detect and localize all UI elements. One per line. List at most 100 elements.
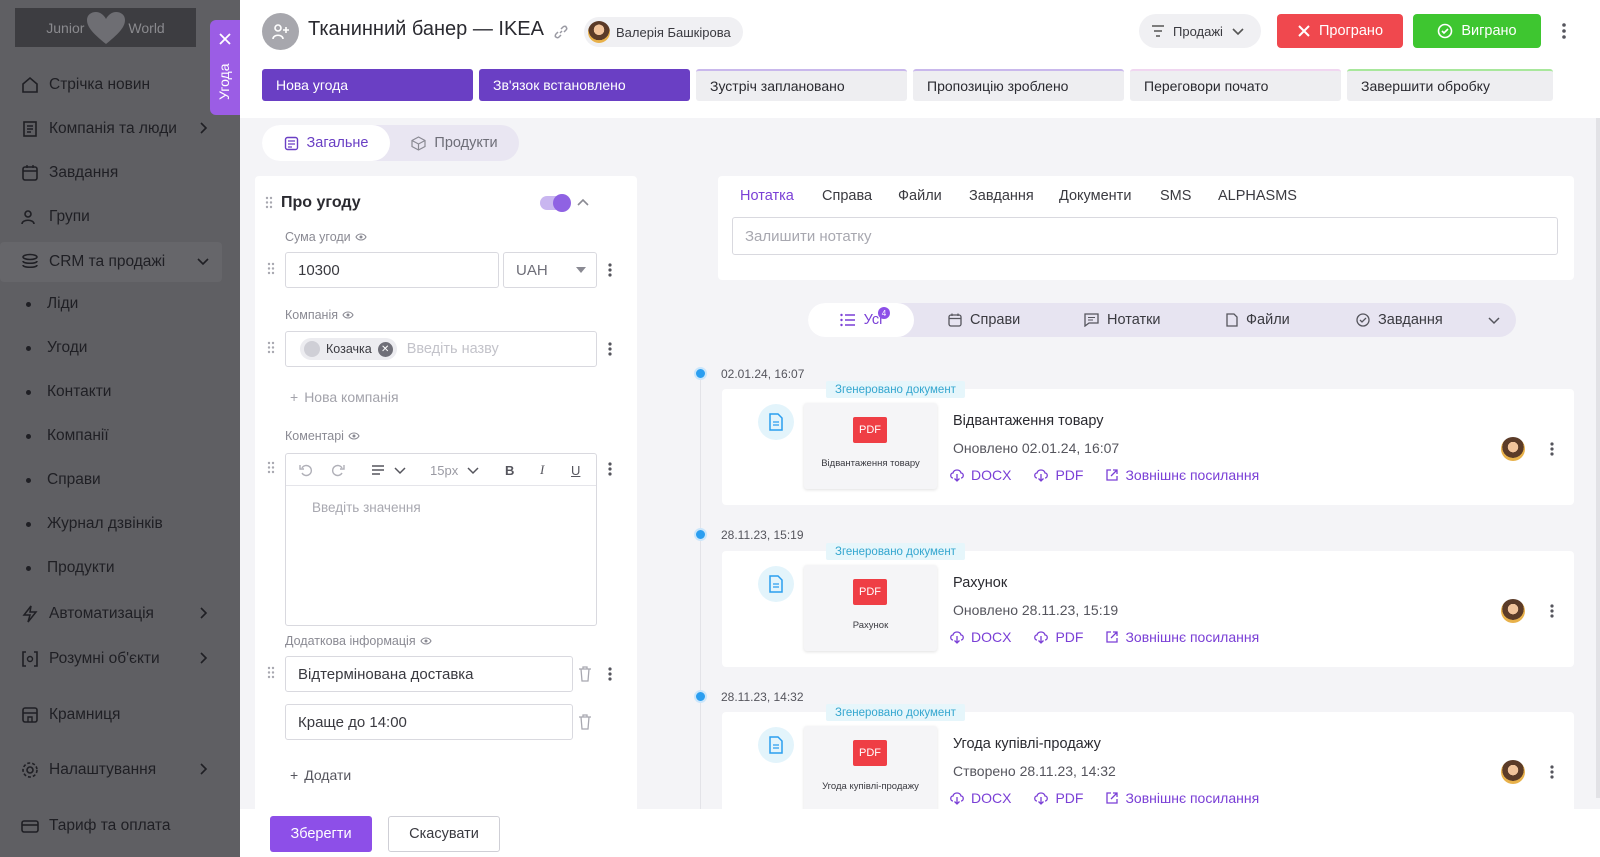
more-icon[interactable] [607,461,613,477]
note-tab-sms[interactable]: SMS [1160,188,1191,204]
trash-icon[interactable] [578,666,592,682]
add-company-link[interactable]: + Нова компанія [290,389,399,405]
sidebar-sub-call-log[interactable]: Журнал дзвінків [0,506,163,542]
filter-tasks[interactable]: Завдання [1356,303,1443,337]
save-button[interactable]: Зберегти [270,816,372,852]
remove-chip-icon[interactable]: ✕ [377,341,393,357]
filter-files[interactable]: Файли [1226,303,1290,337]
note-tab-alphasms[interactable]: ALPHASMS [1218,188,1297,204]
chevron-down-icon[interactable] [467,462,479,478]
tab-products[interactable]: Продукти [392,125,517,161]
link-icon[interactable] [553,24,569,40]
sidebar-item-tasks[interactable]: Завдання [0,153,222,193]
sidebar-item-smart-objects[interactable]: Розумні об'єкти [0,639,222,679]
more-icon[interactable] [1561,22,1567,40]
download-docx-link[interactable]: DOCX [949,629,1011,645]
company-input[interactable]: Козачка ✕ Введіть назву [285,331,597,367]
cancel-button[interactable]: Скасувати [388,816,500,852]
drawer-close-tab[interactable]: Угода [210,20,240,115]
note-tab-files[interactable]: Файли [898,188,942,204]
timeline-event[interactable]: Згенеровано документ PDF Відвантаження т… [722,381,1574,505]
download-pdf-link[interactable]: PDF [1033,790,1083,806]
owner-chip[interactable]: Валерія Башкірова [584,17,743,47]
sidebar-item-automation[interactable]: Автоматизація [0,594,222,634]
chevron-down-icon[interactable] [1488,314,1500,326]
sidebar-item-billing[interactable]: Тариф та оплата [0,806,222,846]
external-link[interactable]: Зовнішнє посилання [1105,629,1259,645]
logo[interactable]: Junior World [15,8,196,47]
sidebar-sub-contacts[interactable]: Контакти [0,374,111,410]
stage-finish[interactable]: Завершити обробку [1347,69,1553,101]
align-icon[interactable] [370,462,386,478]
chevron-down-icon[interactable] [394,462,406,478]
timeline-event[interactable]: Згенеровано документ PDF Рахунок Рахунок… [722,543,1574,667]
sidebar-sub-products[interactable]: Продукти [0,550,115,586]
filter-notes[interactable]: Нотатки [1084,303,1161,337]
document-thumbnail[interactable]: PDF Рахунок [804,565,937,651]
note-tab-documents[interactable]: Документи [1059,188,1131,204]
close-icon[interactable] [218,32,232,46]
note-tab-note[interactable]: Нотатка [740,188,794,204]
sidebar-sub-cases[interactable]: Справи [0,462,101,498]
funnel-select[interactable]: Продажі [1139,14,1261,48]
bold-icon[interactable]: B [505,462,514,478]
tab-general[interactable]: Загальне [262,125,390,161]
amount-input[interactable]: 10300 [285,252,499,288]
more-icon[interactable] [1549,603,1555,619]
download-docx-link[interactable]: DOCX [949,790,1011,806]
download-docx-link[interactable]: DOCX [949,467,1011,483]
external-link[interactable]: Зовнішнє посилання [1105,467,1259,483]
more-icon[interactable] [607,341,613,357]
sidebar-item-crm[interactable]: CRM та продажі [0,242,222,282]
stage-meeting[interactable]: Зустріч заплановано [696,69,907,101]
chevron-up-icon[interactable] [576,196,590,210]
extra-info-input-2[interactable]: Краще до 14:00 [285,704,573,740]
drag-handle-icon[interactable] [267,461,275,474]
sidebar-sub-companies[interactable]: Компанії [0,418,109,454]
undo-icon[interactable] [298,462,314,478]
drag-handle-icon[interactable] [267,666,275,679]
scrollbar[interactable] [1596,118,1600,798]
stage-negotiation[interactable]: Переговори почато [1130,69,1341,101]
lost-button[interactable]: Програно [1277,14,1403,48]
currency-select[interactable]: UAH [503,252,597,288]
section-toggle[interactable] [540,194,571,212]
note-tab-case[interactable]: Справа [822,188,872,204]
stage-contacted[interactable]: Зв'язок встановлено [479,69,690,101]
note-input[interactable]: Залишити нотатку [732,217,1558,255]
sidebar-item-groups[interactable]: Групи [0,197,222,237]
extra-info-input-1[interactable]: Відтермінована доставка [285,656,573,692]
more-icon[interactable] [607,262,613,278]
add-extra-link[interactable]: + Додати [290,767,351,783]
sidebar-item-settings[interactable]: Налаштування [0,750,222,790]
company-chip[interactable]: Козачка ✕ [300,338,397,360]
comments-editor[interactable]: 15px B I U Введіть значення [285,453,597,626]
filter-cases[interactable]: Справи [948,303,1020,337]
filter-all[interactable]: Усі 4 [808,303,914,337]
external-link[interactable]: Зовнішнє посилання [1105,790,1259,806]
sidebar-sub-deals[interactable]: Угоди [0,330,87,366]
sidebar-item-store[interactable]: Крамниця [0,695,222,735]
font-size-value[interactable]: 15px [430,462,458,478]
stage-new[interactable]: Нова угода [262,69,473,101]
drag-handle-icon[interactable] [267,262,275,275]
more-icon[interactable] [1549,441,1555,457]
sidebar-sub-leads[interactable]: Ліди [0,286,78,322]
document-thumbnail[interactable]: PDF Відвантаження товару [804,403,937,489]
underline-icon[interactable]: U [571,462,580,478]
download-pdf-link[interactable]: PDF [1033,629,1083,645]
sidebar-item-company[interactable]: Компанія та люди [0,109,222,149]
drag-handle-icon[interactable] [267,341,275,354]
won-button[interactable]: Виграно [1413,14,1541,48]
trash-icon[interactable] [578,714,592,730]
download-pdf-link[interactable]: PDF [1033,467,1083,483]
note-tab-tasks[interactable]: Завдання [969,188,1034,204]
more-icon[interactable] [1549,764,1555,780]
drag-handle-icon[interactable] [265,196,273,209]
document-thumbnail[interactable]: PDF Угода купівлі-продажу [804,726,937,812]
stage-proposal[interactable]: Пропозицію зроблено [913,69,1124,101]
italic-icon[interactable]: I [540,462,544,478]
redo-icon[interactable] [330,462,346,478]
more-icon[interactable] [607,666,613,682]
sidebar-item-news[interactable]: Стрічка новин [0,65,222,105]
